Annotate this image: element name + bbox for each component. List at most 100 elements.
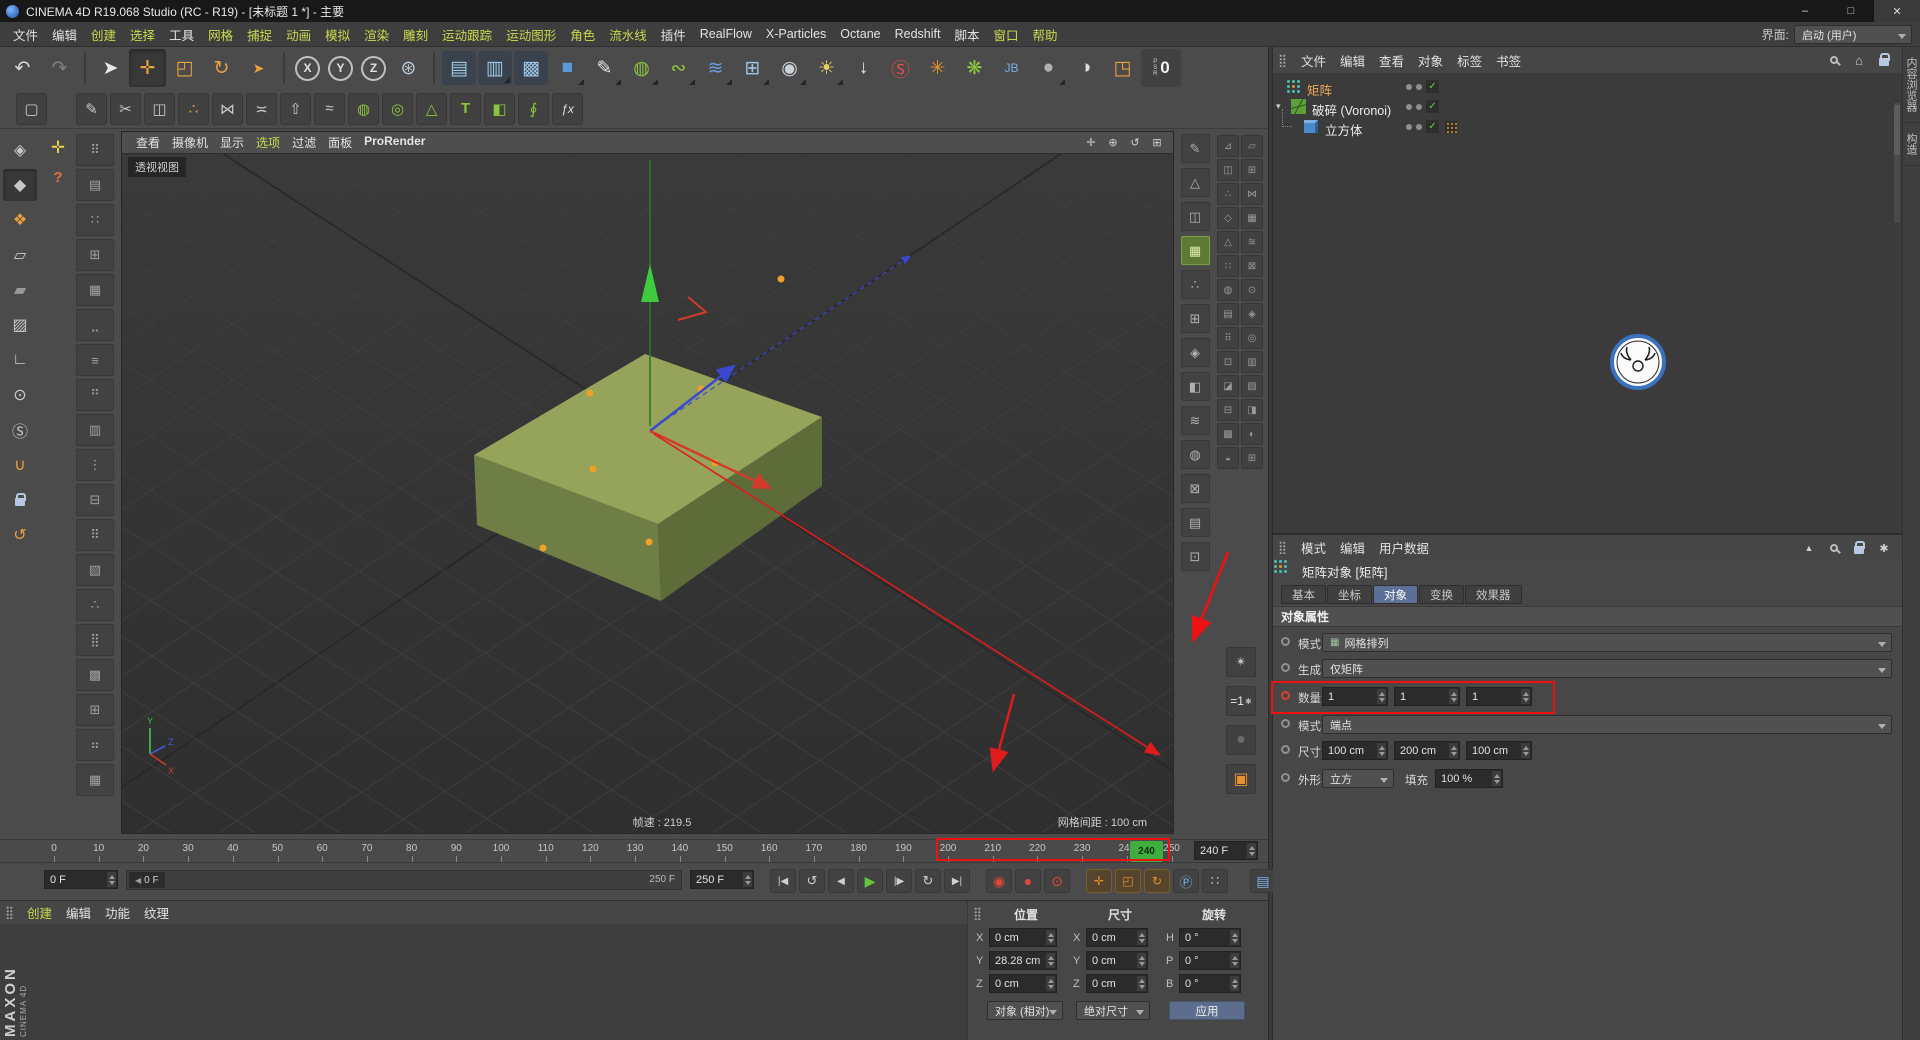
attr-tab[interactable]: 对象 xyxy=(1373,585,1418,604)
side-palette-icon[interactable]: ◈ xyxy=(1241,303,1263,325)
help-icon[interactable]: ? xyxy=(46,165,70,189)
viewport-sphere-icon[interactable]: ● xyxy=(1226,725,1256,755)
count-x-field[interactable]: 1 xyxy=(1322,687,1388,706)
count-z-field[interactable]: 1 xyxy=(1466,687,1532,706)
object-manager-menu-item[interactable]: 文件 xyxy=(1294,51,1333,70)
lock-icon[interactable] xyxy=(1851,540,1867,556)
menu-item[interactable]: 捕捉 xyxy=(240,25,279,44)
object-manager-menu-item[interactable]: 编辑 xyxy=(1333,51,1372,70)
cube-green-button[interactable]: ◧ xyxy=(484,92,515,125)
viewport-nav-button[interactable]: ↺ xyxy=(1127,135,1143,151)
mode-dropdown[interactable]: ▦ 网格排列 xyxy=(1322,633,1892,652)
size-y-field[interactable]: 200 cm xyxy=(1394,741,1460,760)
axis-cross-icon[interactable]: ✛ xyxy=(46,136,70,160)
menu-item[interactable]: 运动图形 xyxy=(499,25,563,44)
viewport-menu-item[interactable]: 过滤 xyxy=(286,134,322,151)
modeling-palette-icon[interactable]: ⠶ xyxy=(76,729,114,761)
coordinate-mode-dropdown[interactable]: 对象 (相对) xyxy=(987,1001,1063,1020)
side-palette-icon[interactable]: ⊞ xyxy=(1241,447,1263,469)
side-palette-icon[interactable]: ◨ xyxy=(1241,399,1263,421)
menu-item[interactable]: 角色 xyxy=(563,25,602,44)
side-palette-icon[interactable]: ∴ xyxy=(1217,183,1239,205)
lock-z-axis-button[interactable]: Z xyxy=(361,55,386,81)
side-palette-icon[interactable]: ◍ xyxy=(1217,279,1239,301)
menu-item[interactable]: 流水线 xyxy=(602,25,654,44)
loop-cut-button[interactable]: ◫ xyxy=(144,92,175,125)
add-cube-button[interactable]: ■ xyxy=(549,49,586,87)
side-palette-icon[interactable]: ◐ xyxy=(1241,423,1263,445)
side-palette-icon[interactable]: ∴ xyxy=(1180,270,1210,299)
spline-pen-button[interactable]: ✎ xyxy=(586,49,623,87)
side-palette-icon[interactable]: △ xyxy=(1217,231,1239,253)
modeling-palette-icon[interactable]: ⣿ xyxy=(76,624,114,656)
playhead-marker[interactable]: 240 xyxy=(1130,841,1163,862)
spline-arc-button[interactable]: ∾ xyxy=(660,49,697,87)
close-button[interactable]: ✕ xyxy=(1874,0,1920,22)
side-palette-icon[interactable]: ⊞ xyxy=(1241,159,1263,181)
rotate-snap-button[interactable]: ↺ xyxy=(3,519,37,551)
menu-item[interactable]: X-Particles xyxy=(759,27,833,41)
viewport-menu-item[interactable]: ProRender xyxy=(358,134,431,151)
menu-item[interactable]: 选择 xyxy=(123,25,162,44)
modeling-palette-icon[interactable]: ▤ xyxy=(76,169,114,201)
lock-x-axis-button[interactable]: X xyxy=(295,55,320,81)
minimize-button[interactable]: – xyxy=(1782,0,1828,22)
compass-icon[interactable]: ✴ xyxy=(1226,647,1256,677)
attr-tab[interactable]: 变换 xyxy=(1419,585,1464,604)
menu-item[interactable]: 雕刻 xyxy=(396,25,435,44)
viewport-nav-button[interactable]: ✛ xyxy=(1083,135,1099,151)
modeling-palette-icon[interactable]: ⠛ xyxy=(76,379,114,411)
end-frame-field[interactable]: 250 F xyxy=(690,870,754,889)
editor-visibility-dot[interactable] xyxy=(1406,104,1412,110)
object-row-cube[interactable]: 立方体 ✓ xyxy=(1273,109,1893,139)
side-palette-icon[interactable]: ◧ xyxy=(1180,372,1210,401)
torus-button[interactable]: ◎ xyxy=(382,92,413,125)
timeline-ruler[interactable]: 0 10 20 30 40 50 60 70 80 90 100 110 120 130 140 150 160… xyxy=(0,839,1268,863)
menu-item[interactable]: 窗口 xyxy=(986,25,1025,44)
side-palette-icon[interactable]: ≋ xyxy=(1241,231,1263,253)
render-visibility-dot[interactable] xyxy=(1416,124,1422,130)
menu-item[interactable]: 文件 xyxy=(6,25,45,44)
enable-check-icon[interactable]: ✓ xyxy=(1426,100,1439,113)
menu-item[interactable]: 创建 xyxy=(84,25,123,44)
keyframe-selection-button[interactable]: ⊙ xyxy=(1044,869,1070,893)
fx-button[interactable]: ƒx xyxy=(552,92,583,125)
rotation-p-field[interactable]: 0 ° xyxy=(1179,951,1241,970)
render-settings-button[interactable]: ▩ xyxy=(514,51,548,85)
record-rotation-toggle[interactable]: ↻ xyxy=(1144,869,1170,893)
fill-field[interactable]: 100 % xyxy=(1435,769,1503,788)
menu-item[interactable]: 网格 xyxy=(201,25,240,44)
rotate-tool[interactable]: ↻ xyxy=(203,49,240,87)
shape-dropdown[interactable]: 立方 xyxy=(1322,769,1394,788)
side-palette-icon[interactable]: ◍ xyxy=(1180,440,1210,469)
timeline-slider[interactable]: ◀ 0 F 250 F xyxy=(126,870,682,890)
helix-button[interactable]: ∮ xyxy=(518,92,549,125)
object-name[interactable]: 立方体 xyxy=(1325,120,1363,139)
home-icon[interactable]: ⌂ xyxy=(1851,52,1867,68)
side-palette-icon[interactable]: ◪ xyxy=(1217,375,1239,397)
position-y-field[interactable]: 28.28 cm xyxy=(989,951,1057,970)
edges-mode-button[interactable]: ▱ xyxy=(3,239,37,271)
go-to-end-button[interactable]: ▶| xyxy=(944,869,970,893)
side-palette-icon[interactable]: ▤ xyxy=(1180,508,1210,537)
wire-sphere-button[interactable]: ◍ xyxy=(348,92,379,125)
modeling-palette-icon[interactable]: ⊞ xyxy=(76,694,114,726)
texture-mode-button[interactable]: ▨ xyxy=(3,309,37,341)
points-mode-button[interactable]: ❖ xyxy=(3,204,37,236)
object-manager-menu-item[interactable]: 对象 xyxy=(1411,51,1450,70)
render-visibility-dot[interactable] xyxy=(1416,84,1422,90)
anim-dot[interactable] xyxy=(1281,719,1290,728)
menu-item[interactable]: 渲染 xyxy=(357,25,396,44)
object-manager-menu-item[interactable]: 查看 xyxy=(1372,51,1411,70)
loop-playback-button[interactable]: ↻ xyxy=(915,869,941,893)
search-icon[interactable] xyxy=(1826,52,1842,68)
interface-dropdown[interactable]: 启动 (用户) xyxy=(1794,25,1912,44)
menu-item[interactable]: Octane xyxy=(833,27,887,41)
menu-item[interactable]: 工具 xyxy=(162,25,201,44)
plugin-toolbar-button[interactable]: Ⓢ xyxy=(882,49,919,87)
spinner[interactable] xyxy=(107,872,116,887)
side-palette-icon[interactable]: ⊙ xyxy=(1241,279,1263,301)
modeling-palette-icon[interactable]: ⋮ xyxy=(76,449,114,481)
material-menu-item[interactable]: 功能 xyxy=(98,903,137,922)
side-palette-icon[interactable]: ⊡ xyxy=(1217,351,1239,373)
